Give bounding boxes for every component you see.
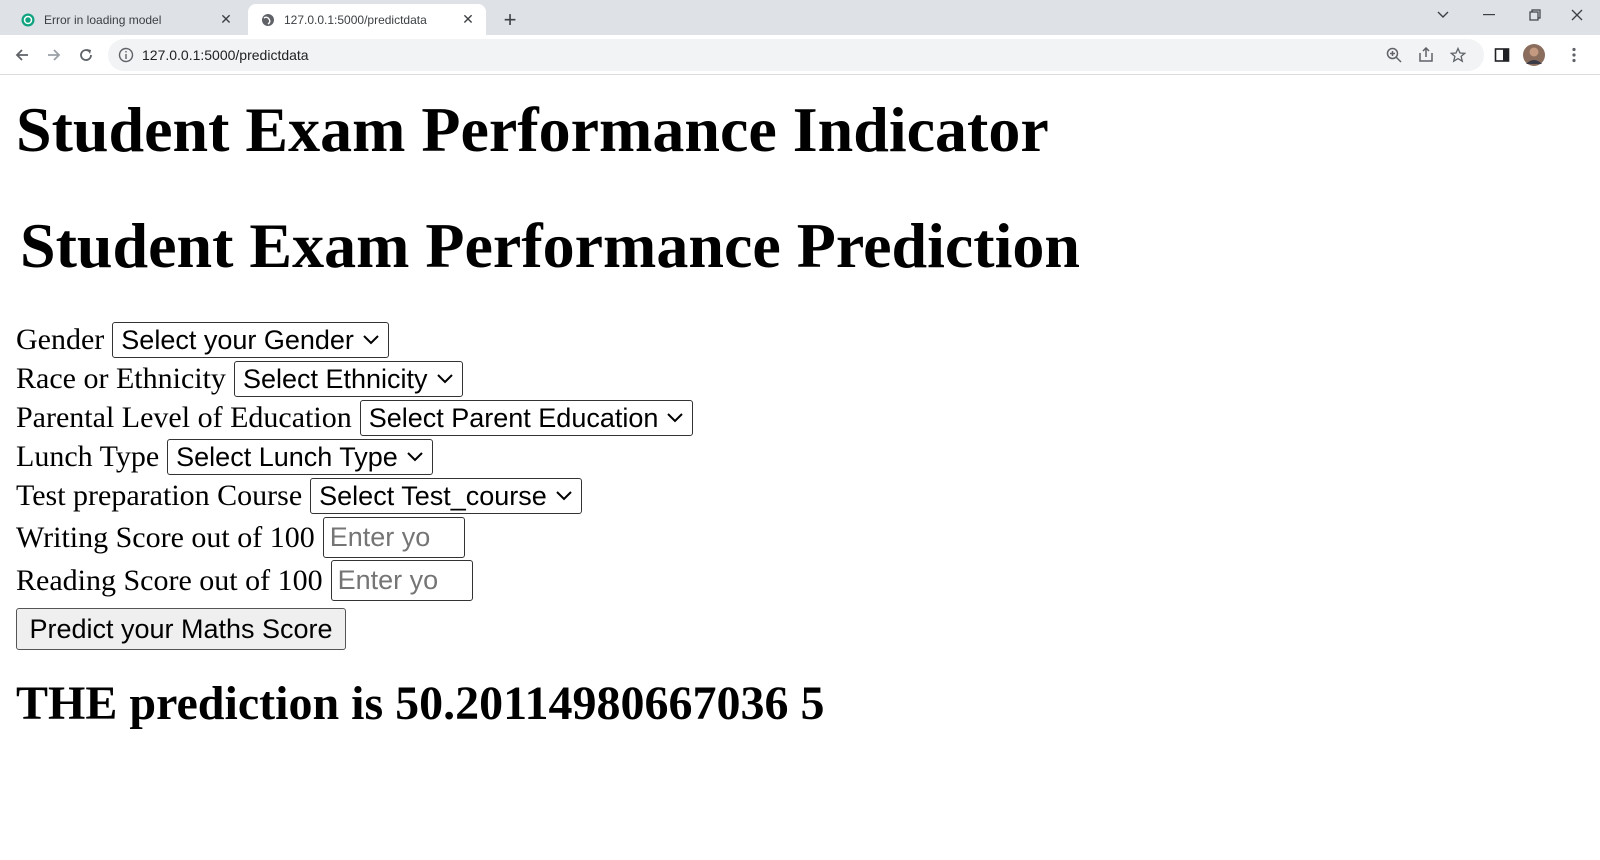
parent-education-select[interactable]: Select Parent Education [359, 400, 694, 436]
globe-icon [260, 12, 276, 28]
page-heading: Student Exam Performance Indicator [16, 94, 1049, 165]
address-bar[interactable]: 127.0.0.1:5000/predictdata [108, 39, 1484, 71]
ethnicity-label: Race or Ethnicity [16, 362, 226, 395]
tab-search-icon[interactable] [1420, 0, 1466, 30]
close-tab-icon[interactable]: ✕ [458, 10, 478, 30]
ethnicity-row: Race or Ethnicity Select Ethnicity [16, 361, 463, 397]
prediction-result: THE prediction is 50.20114980667036 5 [16, 677, 825, 730]
test-course-select[interactable]: Select Test_course [310, 478, 582, 514]
gender-row: Gender Select your Gender [16, 322, 389, 358]
profile-avatar[interactable] [1520, 41, 1548, 69]
chevron-down-icon [407, 452, 423, 462]
address-text: 127.0.0.1:5000/predictdata [142, 47, 309, 63]
new-tab-button[interactable]: + [496, 6, 524, 34]
parent-education-row: Parental Level of Education Select Paren… [16, 400, 694, 436]
writing-score-label: Writing Score out of 100 [16, 520, 315, 554]
forward-icon[interactable] [40, 41, 68, 69]
gender-select[interactable]: Select your Gender [112, 322, 389, 358]
gender-label: Gender [16, 323, 105, 356]
tab-title: Error in loading model [44, 12, 162, 27]
lunch-select[interactable]: Select Lunch Type [167, 439, 433, 475]
chevron-down-icon [667, 413, 684, 423]
test-course-label: Test preparation Course [16, 479, 303, 512]
lunch-select-value: Select Lunch Type [176, 441, 398, 472]
writing-score-input[interactable]: Enter yo [322, 517, 465, 558]
tab-predictdata[interactable]: 127.0.0.1:5000/predictdata ✕ [248, 4, 486, 35]
menu-kebab-icon[interactable] [1560, 41, 1588, 69]
gender-select-value: Select your Gender [121, 324, 354, 355]
test-course-select-value: Select Test_course [319, 480, 547, 511]
form-title: Student Exam Performance Prediction [20, 210, 1080, 281]
close-window-icon[interactable] [1554, 0, 1600, 30]
minimize-icon[interactable] [1466, 0, 1512, 30]
tab-title: 127.0.0.1:5000/predictdata [284, 12, 427, 27]
back-icon[interactable] [8, 41, 36, 69]
reading-score-label: Reading Score out of 100 [16, 563, 323, 597]
reading-score-input[interactable]: Enter yo [330, 560, 473, 601]
close-tab-icon[interactable]: ✕ [216, 10, 236, 30]
site-info-icon[interactable] [118, 47, 134, 63]
lunch-label: Lunch Type [16, 440, 160, 473]
lunch-row: Lunch Type Select Lunch Type [16, 439, 433, 475]
predict-button[interactable]: Predict your Maths Score [16, 608, 346, 650]
writing-score-placeholder: Enter yo [329, 522, 431, 552]
tab-strip: Error in loading model ✕ 127.0.0.1:5000/… [0, 0, 1600, 35]
ethnicity-select-value: Select Ethnicity [242, 363, 428, 394]
share-icon[interactable] [1412, 41, 1440, 69]
chevron-down-icon [363, 335, 379, 345]
browser-toolbar: 127.0.0.1:5000/predictdata [0, 35, 1600, 75]
test-course-row: Test preparation Course Select Test_cour… [16, 478, 582, 514]
reading-score-placeholder: Enter yo [337, 565, 439, 595]
ethnicity-select[interactable]: Select Ethnicity [233, 361, 463, 397]
reload-icon[interactable] [72, 41, 100, 69]
reading-score-row: Reading Score out of 100 Enter yo [16, 560, 473, 601]
chevron-down-icon [556, 491, 572, 501]
parent-education-label: Parental Level of Education [16, 401, 352, 434]
chevron-down-icon [436, 374, 453, 384]
writing-score-row: Writing Score out of 100 Enter yo [16, 517, 465, 558]
zoom-icon[interactable] [1380, 41, 1408, 69]
bookmark-star-icon[interactable] [1444, 41, 1472, 69]
side-panel-icon[interactable] [1488, 41, 1516, 69]
tab-error-in-loading-model[interactable]: Error in loading model ✕ [8, 4, 244, 35]
restore-icon[interactable] [1512, 0, 1558, 30]
parent-education-select-value: Select Parent Education [368, 402, 659, 433]
chatgpt-icon [20, 12, 36, 28]
